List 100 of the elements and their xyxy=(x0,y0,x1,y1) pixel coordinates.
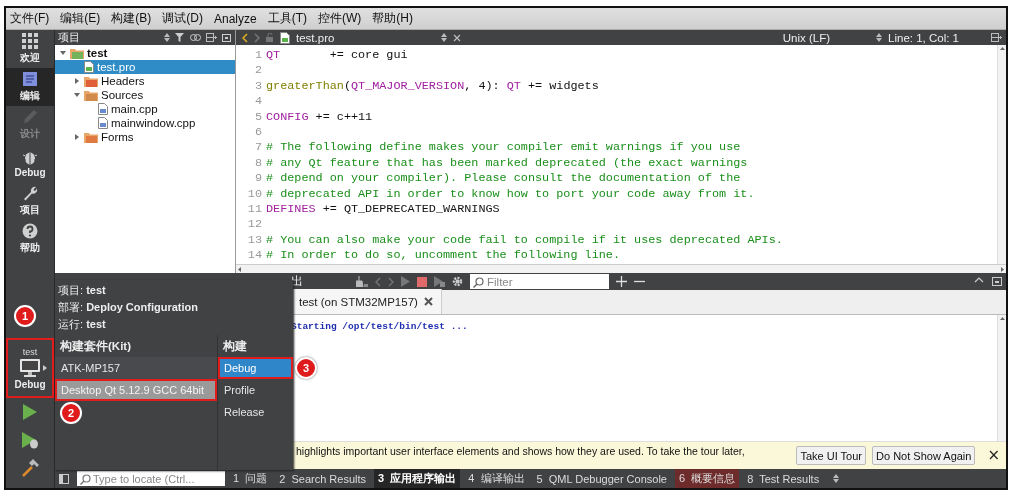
scrollbar[interactable] xyxy=(997,315,1006,441)
monitor-icon xyxy=(19,357,41,378)
tree-item[interactable]: Headers xyxy=(55,74,235,88)
pane-tab[interactable]: 8 Test Results xyxy=(743,469,824,488)
line-number: 12 xyxy=(246,217,263,233)
line-number: 4 xyxy=(253,94,263,110)
line-ending[interactable]: Unix (LF) xyxy=(782,31,831,44)
folder-icon xyxy=(84,75,98,87)
pane-tab[interactable]: 2 Search Results xyxy=(275,469,371,488)
pane-tab[interactable]: 6 概要信息 xyxy=(675,469,740,488)
collapsed-arrow-icon[interactable] xyxy=(74,78,80,84)
expanded-arrow-icon[interactable] xyxy=(74,92,80,98)
scroll-left-icon[interactable] xyxy=(238,266,241,272)
menu-item[interactable]: 工具(T) xyxy=(267,10,308,27)
broom-icon[interactable] xyxy=(356,276,368,287)
hammer-icon[interactable] xyxy=(21,459,39,477)
close-icon[interactable] xyxy=(453,33,462,42)
code-line: # You can also make your code fail to compile if it uses deprecated APIs. xyxy=(266,232,783,249)
scrollbar[interactable] xyxy=(997,45,1006,264)
tree-item[interactable]: test.pro xyxy=(55,60,235,74)
mode-button[interactable]: 帮助 xyxy=(6,220,54,258)
file-name[interactable]: test.pro xyxy=(296,31,335,44)
pane-tab[interactable]: 5 QML Debugger Console xyxy=(532,469,671,488)
code-line: DEFINES += QT_DEPRECATED_WARNINGS xyxy=(266,202,500,218)
pane-tab[interactable]: 1 问题 xyxy=(229,469,272,488)
back-icon[interactable] xyxy=(242,32,248,43)
close-icon[interactable] xyxy=(423,297,433,306)
tree-item[interactable]: Sources xyxy=(55,88,235,102)
scrollbar[interactable] xyxy=(236,264,1006,273)
line-number: 1 xyxy=(253,48,263,64)
code-line: CONFIG += c++11 xyxy=(266,109,373,126)
kit-selector[interactable]: test Debug xyxy=(6,338,54,398)
menu-item[interactable]: 编辑(E) xyxy=(60,10,101,27)
mode-button[interactable]: 项目 xyxy=(6,182,54,220)
stop-icon[interactable] xyxy=(417,276,427,287)
updown-icon[interactable] xyxy=(164,33,170,42)
plus-icon[interactable] xyxy=(616,276,627,287)
kit-item[interactable]: ATK-MP157 xyxy=(55,357,217,379)
search-icon xyxy=(80,474,91,485)
split-icon[interactable] xyxy=(991,33,1002,42)
settings-icon[interactable] xyxy=(452,276,463,287)
scroll-right-icon[interactable] xyxy=(1001,266,1004,272)
info-button[interactable]: Take UI Tour xyxy=(796,446,867,465)
collapsed-arrow-icon[interactable] xyxy=(74,134,80,140)
code-line: # The following define makes your compiler emit warnings if you use xyxy=(266,140,741,156)
tree-item[interactable]: mainwindow.cpp xyxy=(55,116,235,130)
tree-item[interactable]: Forms xyxy=(55,130,235,144)
tree-item[interactable]: test xyxy=(55,46,235,60)
maximize-icon[interactable] xyxy=(974,277,984,283)
file-icon xyxy=(84,61,94,73)
line-number: 5 xyxy=(253,109,263,126)
menu-item[interactable]: 调试(D) xyxy=(162,10,203,27)
menu-item[interactable]: 构建(B) xyxy=(111,10,152,27)
sidebar-toggle-icon[interactable] xyxy=(59,473,69,484)
menu-item[interactable]: 控件(W) xyxy=(318,10,362,27)
link-icon[interactable] xyxy=(190,34,201,41)
debug-run-icon[interactable] xyxy=(21,431,39,449)
code-line: QT += core gui xyxy=(266,48,408,64)
code-line: # depend on your compiler). Please consult the documentation of the xyxy=(266,171,741,187)
panel-close-icon[interactable] xyxy=(222,33,231,42)
filter-icon[interactable] xyxy=(175,33,185,42)
scroll-up-icon[interactable] xyxy=(999,317,1005,320)
updown-icon[interactable] xyxy=(833,474,840,483)
lock-icon xyxy=(266,33,274,42)
updown-icon[interactable] xyxy=(876,33,883,42)
line-number: 2 xyxy=(253,63,263,79)
expanded-arrow-icon[interactable] xyxy=(60,50,66,56)
grid-icon xyxy=(22,33,38,49)
updown-icon[interactable] xyxy=(441,33,448,42)
close-button[interactable]: × xyxy=(981,446,1006,465)
debug-run-icon[interactable] xyxy=(434,276,445,287)
mode-button[interactable]: Debug xyxy=(6,144,54,182)
build-item[interactable]: Release xyxy=(218,401,293,423)
folder-icon xyxy=(70,47,84,59)
filter-field[interactable]: Filter xyxy=(470,274,609,289)
line-number: 14 xyxy=(246,248,263,264)
menu-item[interactable]: Analyze xyxy=(214,11,257,26)
config-line: 运行: test xyxy=(57,317,107,332)
pane-tab[interactable]: 4 编译输出 xyxy=(464,469,529,488)
folder-icon xyxy=(84,89,98,101)
mode-button[interactable]: 欢迎 xyxy=(6,30,54,68)
line-number: 3 xyxy=(253,78,263,95)
pane-tab[interactable]: 3 应用程序输出 xyxy=(374,469,461,488)
tree-item[interactable]: main.cpp xyxy=(55,102,235,116)
split-icon[interactable] xyxy=(206,33,217,42)
restore-icon[interactable] xyxy=(992,277,1002,286)
menu-item[interactable]: 文件(F) xyxy=(10,10,50,27)
pencil-icon xyxy=(22,109,38,125)
cursor-position[interactable]: Line: 1, Col: 1 xyxy=(888,31,959,44)
info-text: highlights important user interface elements and shows how they are used. To take the tour later, xyxy=(296,444,745,457)
scroll-up-icon[interactable] xyxy=(999,47,1005,50)
build-item[interactable]: Debug xyxy=(218,357,293,379)
line-number: 13 xyxy=(246,232,263,249)
locate-field[interactable]: Type to locate (Ctrl... xyxy=(77,471,225,486)
menu-item[interactable]: 帮助(H) xyxy=(372,10,414,27)
output-tab[interactable]: test (on STM32MP157) xyxy=(291,289,442,314)
mode-button[interactable]: 编辑 xyxy=(6,68,54,106)
info-button[interactable]: Do Not Show Again xyxy=(872,446,976,465)
build-item[interactable]: Profile xyxy=(218,379,293,401)
run-icon[interactable] xyxy=(22,403,38,421)
